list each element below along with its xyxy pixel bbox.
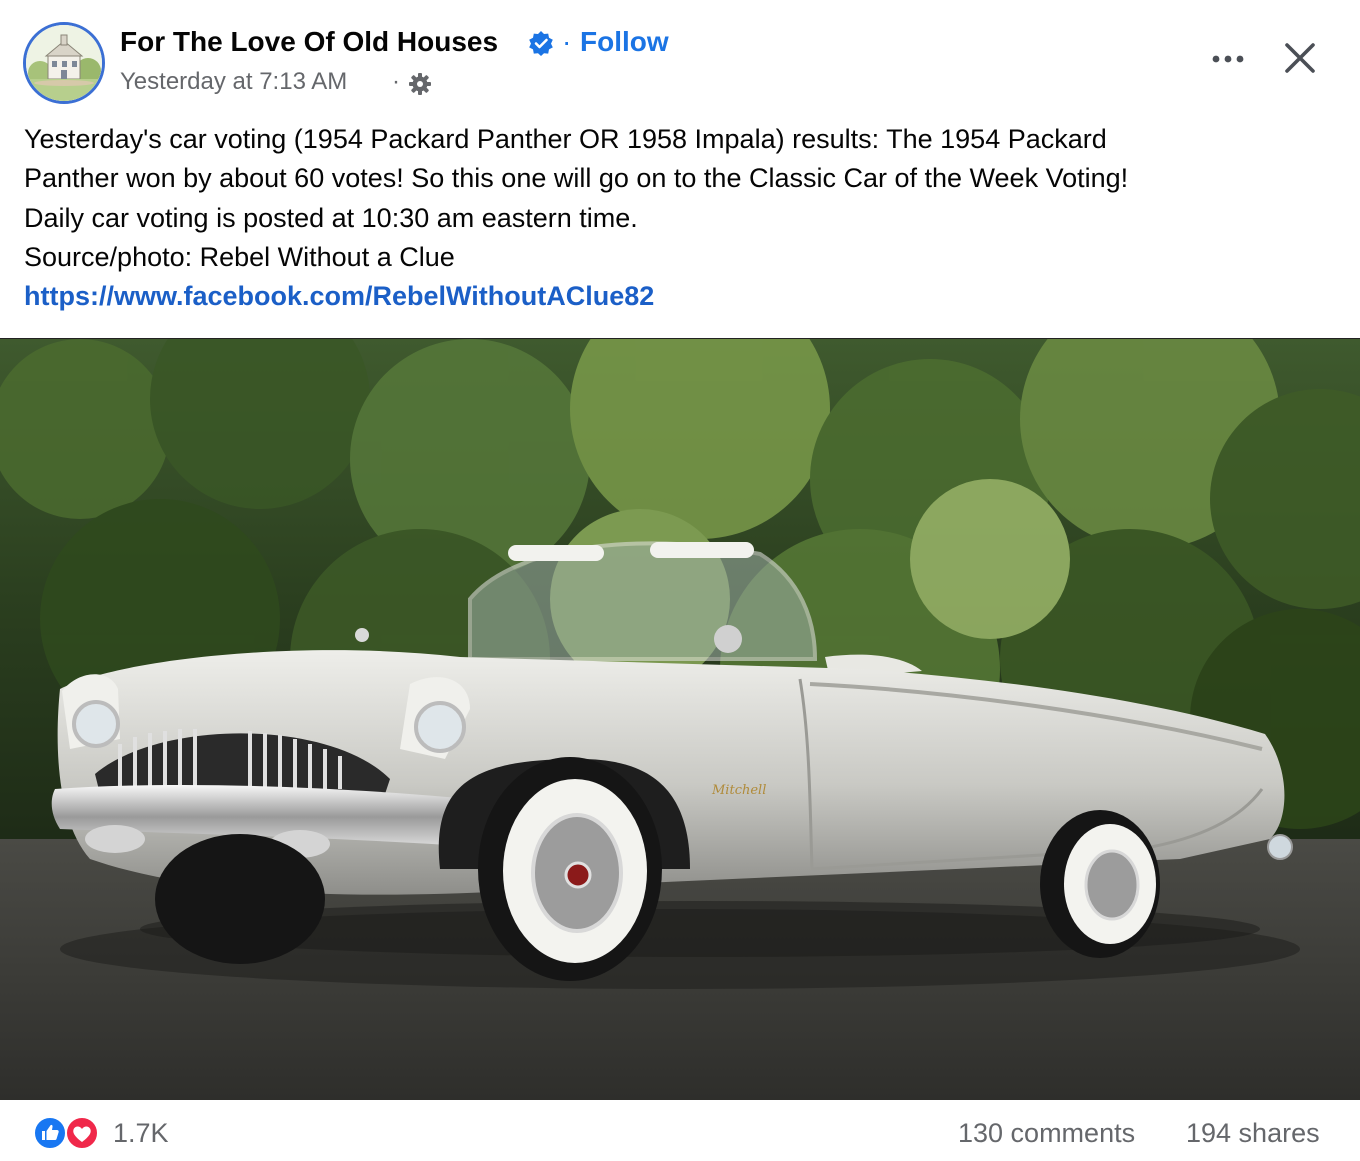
reaction-count[interactable]: 1.7K — [113, 1118, 169, 1149]
car-photo-illustration: Mitchell — [0, 339, 1360, 1100]
post-text-line: Daily car voting is posted at 10:30 am e… — [24, 202, 638, 233]
car-script-emblem: Mitchell — [711, 783, 766, 798]
follow-button[interactable]: Follow — [580, 26, 669, 58]
shares-count[interactable]: 194 shares — [1186, 1118, 1320, 1149]
source-link[interactable]: https://www.facebook.com/RebelWithoutACl… — [24, 281, 654, 311]
post-text-line: Source/photo: Rebel Without a Clue — [24, 241, 455, 272]
post-text: Yesterday's car voting (1954 Packard Pan… — [24, 120, 1344, 316]
separator-dot: · — [562, 26, 572, 57]
page-avatar[interactable] — [23, 22, 105, 104]
like-icon — [33, 1116, 67, 1150]
post-timestamp[interactable]: Yesterday at 7:13 AM — [120, 68, 347, 96]
comments-count[interactable]: 130 comments — [958, 1118, 1135, 1149]
separator-dot: · — [392, 68, 400, 95]
verified-badge-icon — [529, 31, 553, 56]
post-header: For The Love Of Old Houses · Follow Yest… — [0, 0, 1360, 118]
gear-icon[interactable] — [408, 72, 432, 96]
post-footer: 1.7K 130 comments 194 shares — [0, 1100, 1360, 1161]
reaction-icons[interactable] — [30, 1116, 104, 1150]
post-text-line: Yesterday's car voting (1954 Packard Pan… — [24, 124, 1107, 154]
close-icon[interactable] — [1280, 38, 1320, 78]
love-icon — [65, 1116, 99, 1150]
more-options-icon[interactable] — [1208, 44, 1248, 74]
post-text-line: Panther won by about 60 votes! So this o… — [24, 163, 1129, 194]
post-photo[interactable]: Mitchell — [0, 338, 1360, 1100]
page-name[interactable]: For The Love Of Old Houses — [120, 26, 498, 58]
